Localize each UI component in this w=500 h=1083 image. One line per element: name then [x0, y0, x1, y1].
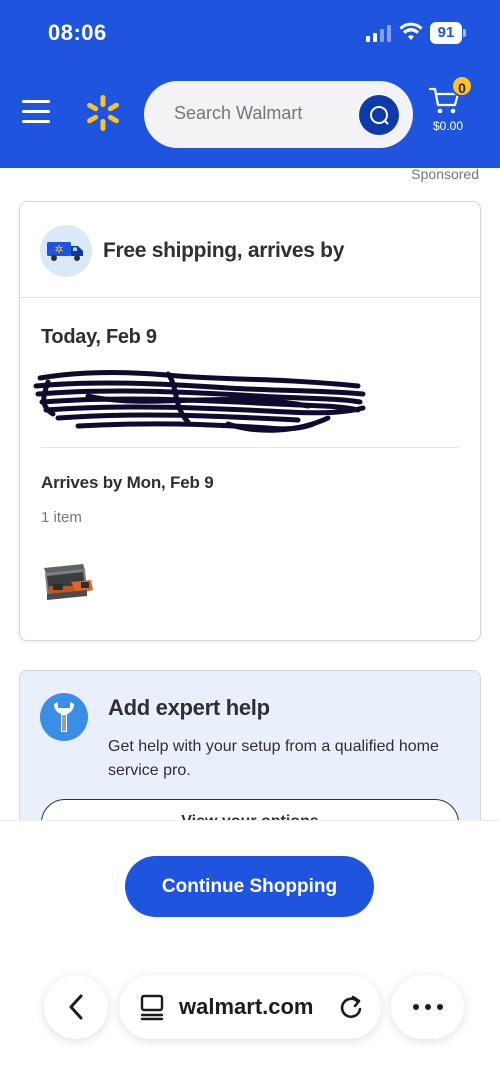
cart-count-badge: 0 [451, 75, 473, 97]
cart-total: $0.00 [433, 119, 464, 133]
dot-icon [412, 1004, 419, 1010]
dot-icon [424, 1004, 431, 1010]
battery-nub [463, 29, 466, 37]
menu-icon[interactable] [22, 100, 50, 124]
page-menu-icon [140, 994, 164, 1021]
truck-icon-badge [40, 225, 92, 277]
reload-icon[interactable] [337, 993, 365, 1021]
cellular-signal-icon [366, 24, 391, 42]
expert-help-description: Get help with your setup from a qualifie… [108, 738, 439, 779]
browser-address-bar[interactable]: walmart.com [119, 975, 381, 1039]
divider [41, 447, 459, 448]
shipping-title: Free shipping, arrives by [103, 239, 345, 262]
browser-url: walmart.com [179, 994, 314, 1019]
delivery-date-heading: Today, Feb 9 [41, 326, 157, 348]
search-button[interactable] [359, 95, 399, 135]
expert-help-title: Add expert help [108, 695, 270, 720]
wrench-icon-badge [40, 693, 88, 741]
search-bar[interactable] [144, 81, 413, 148]
walmart-spark-logo[interactable] [84, 94, 122, 132]
battery-indicator: 91 [430, 22, 462, 44]
wrench-icon [54, 702, 74, 732]
product-thumbnail[interactable] [41, 560, 95, 604]
dot-icon [436, 1004, 443, 1010]
cart-button[interactable]: 0 $0.00 [428, 75, 474, 140]
browser-back-button[interactable] [44, 975, 108, 1039]
continue-shopping-button[interactable]: Continue Shopping [125, 856, 374, 917]
delivery-card: Free shipping, arrives by Today, Feb 9 A… [19, 201, 481, 641]
search-icon [370, 106, 389, 125]
status-time: 08:06 [48, 20, 107, 45]
redaction-scribble [33, 370, 366, 433]
chevron-left-icon [69, 994, 83, 1020]
sponsored-label: Sponsored [411, 166, 479, 182]
search-input[interactable] [174, 103, 344, 124]
app-header: 08:06 91 Search Walmart 0 $0.00 [0, 0, 500, 168]
more-options-button[interactable] [391, 975, 464, 1039]
arrives-by-label: Arrives by Mon, Feb 9 [41, 473, 214, 492]
divider [20, 297, 480, 298]
item-count: 1 item [41, 509, 82, 526]
wifi-icon [399, 22, 423, 40]
delivery-truck-icon [47, 242, 83, 261]
